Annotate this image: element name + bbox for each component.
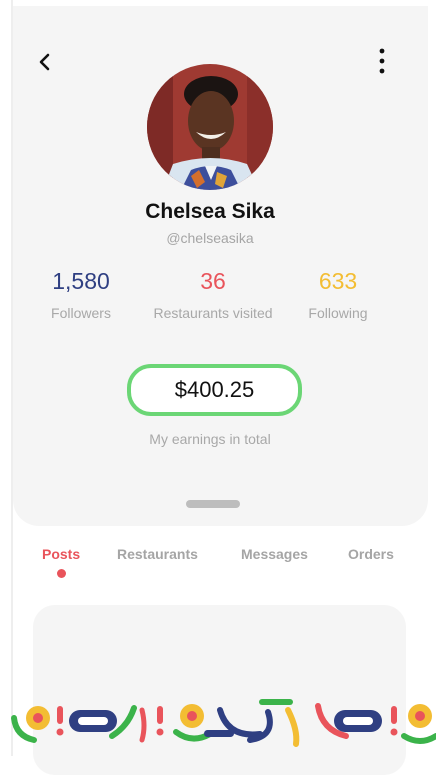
stat-restaurants-visited[interactable]: 36 Restaurants visited: [143, 268, 283, 321]
profile-handle: @chelseasika: [166, 230, 254, 246]
stat-followers[interactable]: 1,580 Followers: [11, 268, 151, 321]
drag-handle[interactable]: [186, 500, 240, 508]
followers-label: Followers: [51, 305, 111, 321]
restaurants-visited-label: Restaurants visited: [153, 305, 273, 321]
earnings-amount: $400.25: [174, 377, 255, 402]
back-button[interactable]: [36, 52, 56, 72]
more-options-button[interactable]: [372, 47, 392, 75]
followers-count: 1,580: [52, 268, 110, 294]
tab-restaurants[interactable]: Restaurants: [117, 546, 198, 562]
profile-photo: [147, 64, 273, 190]
earnings-label: My earnings in total: [149, 431, 271, 447]
active-tab-indicator: [57, 569, 66, 578]
tab-posts[interactable]: Posts: [42, 546, 80, 562]
profile-name: Chelsea Sika: [145, 200, 275, 223]
stat-following[interactable]: 633 Following: [268, 268, 408, 321]
earnings-badge[interactable]: $400.25: [127, 364, 302, 416]
following-count: 633: [318, 268, 358, 294]
following-label: Following: [308, 305, 368, 321]
vertical-ellipsis-icon: [379, 48, 385, 74]
decorative-pattern-strip: [11, 699, 436, 747]
avatar[interactable]: [147, 64, 273, 190]
chevron-left-icon: [39, 53, 50, 71]
tab-orders[interactable]: Orders: [348, 546, 394, 562]
restaurants-visited-count: 36: [200, 268, 226, 294]
tab-messages[interactable]: Messages: [241, 546, 308, 562]
